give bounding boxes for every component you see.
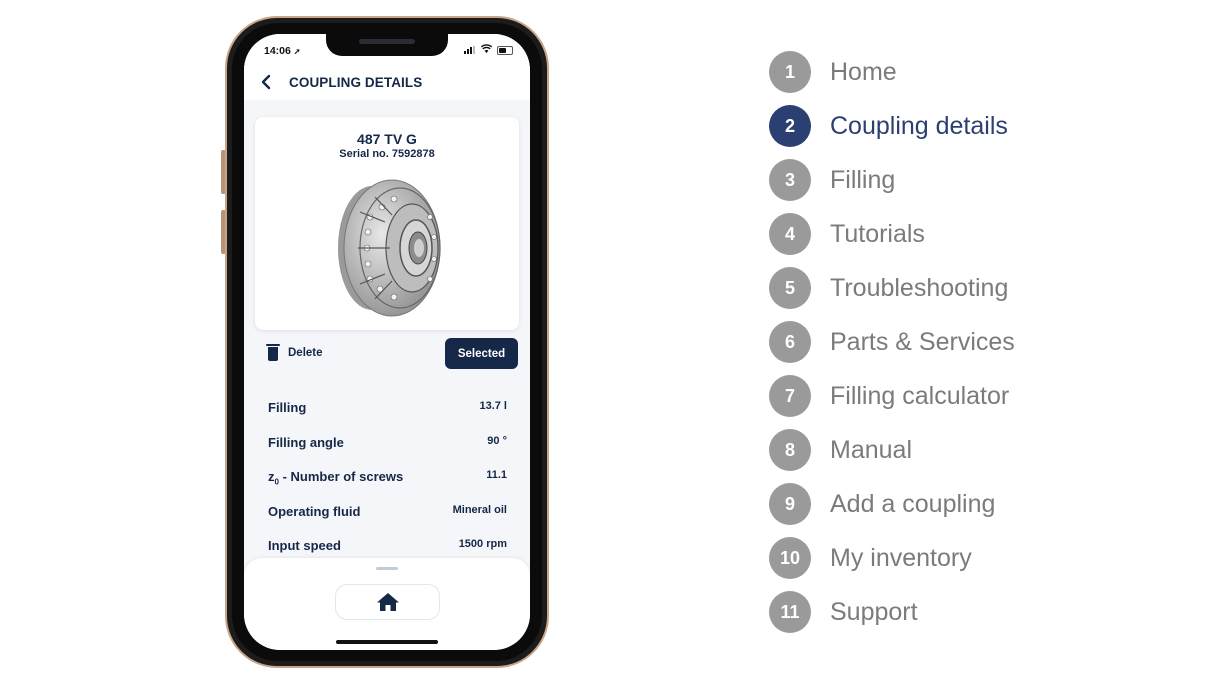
legend-item-filling-calculator[interactable]: 7 Filling calculator (769, 375, 1009, 417)
trash-icon (266, 344, 280, 361)
property-value: 13.7 l (479, 400, 507, 412)
property-value: Mineral oil (452, 503, 507, 516)
step-badge: 5 (769, 267, 811, 309)
step-badge: 11 (769, 591, 811, 633)
bottom-sheet (244, 558, 530, 650)
legend-label: Support (830, 597, 918, 626)
legend-label: My inventory (830, 543, 972, 572)
legend-label: Manual (830, 435, 912, 464)
step-badge: 9 (769, 483, 811, 525)
notch (326, 34, 448, 56)
cellular-signal-icon (464, 46, 475, 54)
step-badge: 7 (769, 375, 811, 417)
home-indicator (336, 640, 438, 644)
property-row: Filling angle 90 ° (268, 429, 507, 464)
coupling-image (338, 179, 441, 317)
serial-number: Serial no. 7592878 (339, 148, 435, 160)
legend-item-home[interactable]: 1 Home (769, 51, 897, 93)
legend-item-support[interactable]: 11 Support (769, 591, 918, 633)
battery-icon (497, 46, 513, 55)
step-badge: 8 (769, 429, 811, 471)
step-badge: 6 (769, 321, 811, 363)
property-value: 1500 rpm (458, 538, 507, 550)
legend-label: Parts & Services (830, 327, 1015, 356)
property-label: z0 - Number of screws (268, 469, 404, 487)
legend-item-add-coupling[interactable]: 9 Add a coupling (769, 483, 995, 525)
selected-button[interactable]: Selected (445, 338, 518, 369)
property-label: Filling (268, 400, 307, 415)
delete-button[interactable]: Delete (266, 344, 323, 361)
app-header: COUPLING DETAILS (244, 64, 530, 100)
home-icon (377, 593, 399, 611)
coupling-card[interactable]: 487 TV G Serial no. 7592878 (255, 117, 519, 330)
coupling-model: 487 TV G (357, 131, 417, 147)
property-row: z0 - Number of screws 11.1 (268, 463, 507, 498)
wifi-icon (480, 44, 493, 56)
location-arrow-icon: ➚ (293, 47, 301, 56)
phone-screen: 14:06 ➚ COUPLING DETAILS 487 TV G Serial… (244, 34, 530, 650)
properties-list: Filling 13.7 l Filling angle 90 ° z0 - N… (268, 394, 507, 567)
home-button[interactable] (335, 584, 440, 620)
page-title: COUPLING DETAILS (289, 75, 423, 90)
status-time: 14:06 ➚ (264, 45, 301, 57)
property-value: 11.1 (486, 469, 507, 481)
property-label: Operating fluid (268, 503, 361, 519)
step-badge: 2 (769, 105, 811, 147)
legend-label: Coupling details (830, 111, 1008, 140)
legend-item-filling[interactable]: 3 Filling (769, 159, 895, 201)
legend-item-my-inventory[interactable]: 10 My inventory (769, 537, 972, 579)
legend-item-manual[interactable]: 8 Manual (769, 429, 912, 471)
delete-label: Delete (288, 346, 323, 359)
legend-item-troubleshooting[interactable]: 5 Troubleshooting (769, 267, 1008, 309)
legend-item-parts-services[interactable]: 6 Parts & Services (769, 321, 1015, 363)
property-value: 90 ° (487, 434, 507, 447)
step-badge: 3 (769, 159, 811, 201)
step-badge: 1 (769, 51, 811, 93)
chevron-left-icon[interactable] (261, 74, 271, 95)
legend-label: Add a coupling (830, 489, 996, 518)
legend-item-coupling-details[interactable]: 2 Coupling details (769, 105, 1008, 147)
sheet-grabber[interactable] (376, 567, 398, 570)
legend-label: Home (830, 57, 897, 86)
legend-label: Filling calculator (830, 381, 1010, 410)
step-badge: 4 (769, 213, 811, 255)
property-label: Input speed (268, 538, 341, 553)
legend-label: Filling (830, 165, 896, 194)
legend-item-tutorials[interactable]: 4 Tutorials (769, 213, 925, 255)
property-row: Operating fluid Mineral oil (268, 498, 507, 533)
property-label: Filling angle (268, 434, 344, 450)
property-row: Filling 13.7 l (268, 394, 507, 429)
step-badge: 10 (769, 537, 811, 579)
legend-label: Tutorials (830, 219, 925, 248)
legend-label: Troubleshooting (830, 273, 1009, 302)
